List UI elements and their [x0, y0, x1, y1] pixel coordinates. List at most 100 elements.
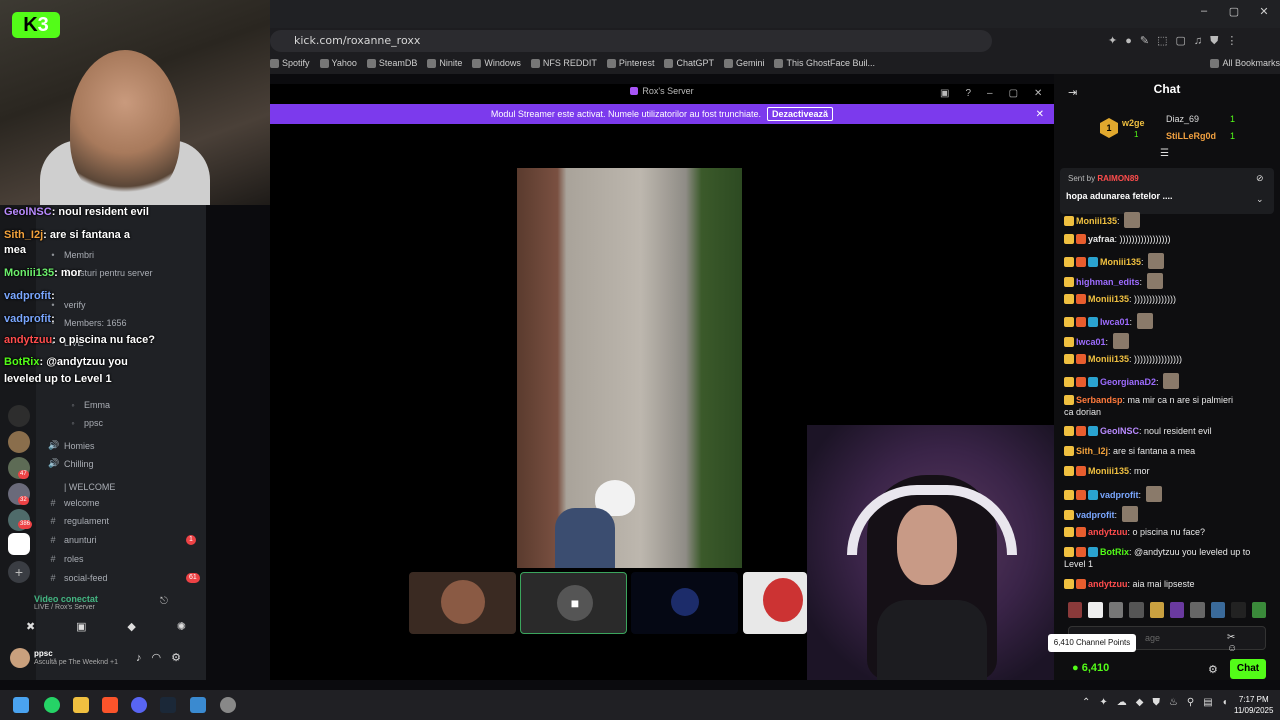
chat-message[interactable]: vadprofit:: [1064, 506, 1138, 522]
chat-username[interactable]: vadprofit: [1076, 510, 1115, 520]
emote-picker-icon[interactable]: ✂☺: [1227, 632, 1265, 654]
disconnect-icon[interactable]: ⎋: [160, 596, 168, 607]
chat-username[interactable]: vadprofit: [1100, 490, 1139, 500]
chat-username[interactable]: Moniii135: [1100, 257, 1141, 267]
emote[interactable]: [1149, 602, 1165, 618]
chat-username[interactable]: BotRix: [1100, 547, 1129, 557]
voice-user[interactable]: ◦ Emma: [68, 400, 110, 410]
steam-icon[interactable]: [160, 697, 176, 713]
send-chat-button[interactable]: Chat: [1230, 659, 1266, 679]
tray-icons[interactable]: ⌃✦☁◆⛊♨⚲▤◖: [1082, 697, 1237, 708]
participant-tile[interactable]: ■: [520, 572, 627, 634]
extension-icons[interactable]: ✦●✎⬚▢♫⛊⋮: [1108, 34, 1245, 48]
chat-username[interactable]: lwca01: [1100, 317, 1130, 327]
participant-tile[interactable]: [743, 572, 807, 634]
emote[interactable]: [1068, 602, 1083, 618]
top-gifter-name[interactable]: StiLLeRg0d: [1166, 131, 1216, 141]
discord-icon[interactable]: [131, 697, 147, 713]
voice-user[interactable]: ◦ ppsc: [68, 418, 103, 428]
photos-icon[interactable]: [190, 697, 206, 713]
voice-channel-item[interactable]: 🔊 Homies: [48, 440, 95, 451]
channel-item[interactable]: • Members: 1656: [48, 318, 126, 328]
participant-tile[interactable]: [409, 572, 516, 634]
chat-username[interactable]: andytzuu: [1088, 527, 1128, 537]
bookmark-item[interactable]: All Bookmarks: [1210, 58, 1280, 68]
avatar[interactable]: [10, 648, 30, 668]
chat-username[interactable]: Sith_I2j: [1076, 446, 1108, 456]
server-icon[interactable]: [8, 533, 30, 555]
text-channel-item[interactable]: # anunturi: [48, 535, 96, 545]
emote[interactable]: [1170, 602, 1185, 618]
emote[interactable]: [1251, 602, 1267, 618]
bookmark-item[interactable]: Gemini: [723, 58, 764, 68]
chat-message[interactable]: andytzuu: aia mai lipseste: [1064, 578, 1195, 590]
bookmark-item[interactable]: This GhostFace Buil...: [774, 58, 875, 68]
clock[interactable]: 7:17 PM 11/09/2025: [1234, 694, 1273, 716]
emote[interactable]: [1108, 602, 1124, 618]
screen-share-video[interactable]: [517, 168, 742, 568]
minimize-icon[interactable]: –: [1196, 5, 1212, 21]
obs-icon[interactable]: [220, 697, 236, 713]
emote[interactable]: [1210, 602, 1226, 618]
call-window-controls[interactable]: ▣?–▢✕: [940, 88, 1058, 99]
server-icon[interactable]: [8, 405, 30, 427]
chat-message[interactable]: BotRix: @andytzuu you leveled up to: [1064, 546, 1250, 558]
user-controls[interactable]: ♪◠⚙: [136, 651, 191, 664]
text-channel-item[interactable]: # regulament: [48, 516, 109, 526]
close-icon[interactable]: ✕: [1036, 109, 1044, 120]
chat-message[interactable]: highman_edits:: [1064, 273, 1163, 289]
close-icon[interactable]: ✕: [1256, 5, 1272, 21]
chat-message[interactable]: lwca01:: [1064, 313, 1153, 329]
deactivate-button[interactable]: Dezactivează: [767, 107, 834, 121]
channel-item[interactable]: • Membri: [48, 250, 94, 260]
chat-message[interactable]: Moniii135:: [1064, 253, 1165, 269]
chat-message[interactable]: vadprofit:: [1064, 486, 1162, 502]
bookmark-item[interactable]: ChatGPT: [664, 58, 714, 68]
chat-message[interactable]: lwca01:: [1064, 333, 1129, 349]
chat-message[interactable]: GeorgianaD2:: [1064, 373, 1180, 389]
chat-message[interactable]: Moniii135: )))))))))))))))): [1064, 353, 1182, 365]
chat-username[interactable]: Moniii135: [1088, 294, 1129, 304]
emote[interactable]: [1190, 602, 1205, 618]
bookmark-item[interactable]: Ninite: [427, 58, 462, 68]
gear-icon[interactable]: ⚙: [1208, 663, 1218, 676]
add-server-icon[interactable]: +: [8, 561, 30, 583]
chat-username[interactable]: Moniii135: [1088, 354, 1129, 364]
bookmark-item[interactable]: Yahoo: [319, 58, 357, 68]
address-bar[interactable]: kick.com/roxanne_roxx: [270, 30, 992, 52]
chat-username[interactable]: Moniii135: [1076, 216, 1117, 226]
chat-username[interactable]: Serbandsp: [1076, 395, 1123, 405]
filter-icon[interactable]: ☰: [1160, 148, 1169, 159]
top-gifter-name[interactable]: w2ge: [1122, 118, 1145, 128]
server-icon[interactable]: [8, 431, 30, 453]
chat-message[interactable]: GeolNSC: noul resident evil: [1064, 425, 1212, 437]
screen-share-icon[interactable]: ▣: [76, 620, 86, 633]
folder-icon[interactable]: [73, 697, 89, 713]
chat-username[interactable]: GeorgianaD2: [1100, 377, 1156, 387]
channel-points[interactable]: ● 6,410: [1072, 662, 1109, 674]
whatsapp-icon[interactable]: [44, 697, 60, 713]
emote[interactable]: [1231, 602, 1246, 618]
camera-icon[interactable]: ✖: [26, 620, 35, 633]
chevron-down-icon[interactable]: ⌄: [1256, 194, 1264, 205]
category-label[interactable]: | WELCOME: [48, 482, 115, 492]
chat-message[interactable]: Moniii135: mor: [1064, 465, 1150, 477]
chat-username[interactable]: lwca01: [1076, 337, 1106, 347]
activity-icon[interactable]: ◆: [127, 620, 135, 633]
chat-message[interactable]: Moniii135: )))))))))))))): [1064, 293, 1176, 305]
bookmark-item[interactable]: SteamDB: [366, 58, 417, 68]
text-channel-item[interactable]: # roles: [48, 554, 83, 564]
start-icon[interactable]: [13, 697, 29, 713]
top-gifter-name[interactable]: Diaz_69: [1166, 114, 1199, 124]
chat-username[interactable]: Moniii135: [1088, 466, 1129, 476]
participant-tile[interactable]: [631, 572, 738, 634]
text-channel-item[interactable]: # social-feed: [48, 573, 107, 583]
bookmark-item[interactable]: NFS REDDIT: [530, 58, 597, 68]
chat-message[interactable]: Level 1: [1064, 558, 1093, 570]
chat-message[interactable]: Sith_I2j: are si fantana a mea: [1064, 445, 1195, 457]
chat-message[interactable]: yafraa: ))))))))))))))))): [1064, 233, 1171, 245]
soundboard-icon[interactable]: ✺: [177, 620, 186, 633]
bookmark-item[interactable]: Windows: [472, 58, 521, 68]
chat-username[interactable]: yafraa: [1088, 234, 1115, 244]
text-channel-item[interactable]: # welcome: [48, 498, 99, 508]
